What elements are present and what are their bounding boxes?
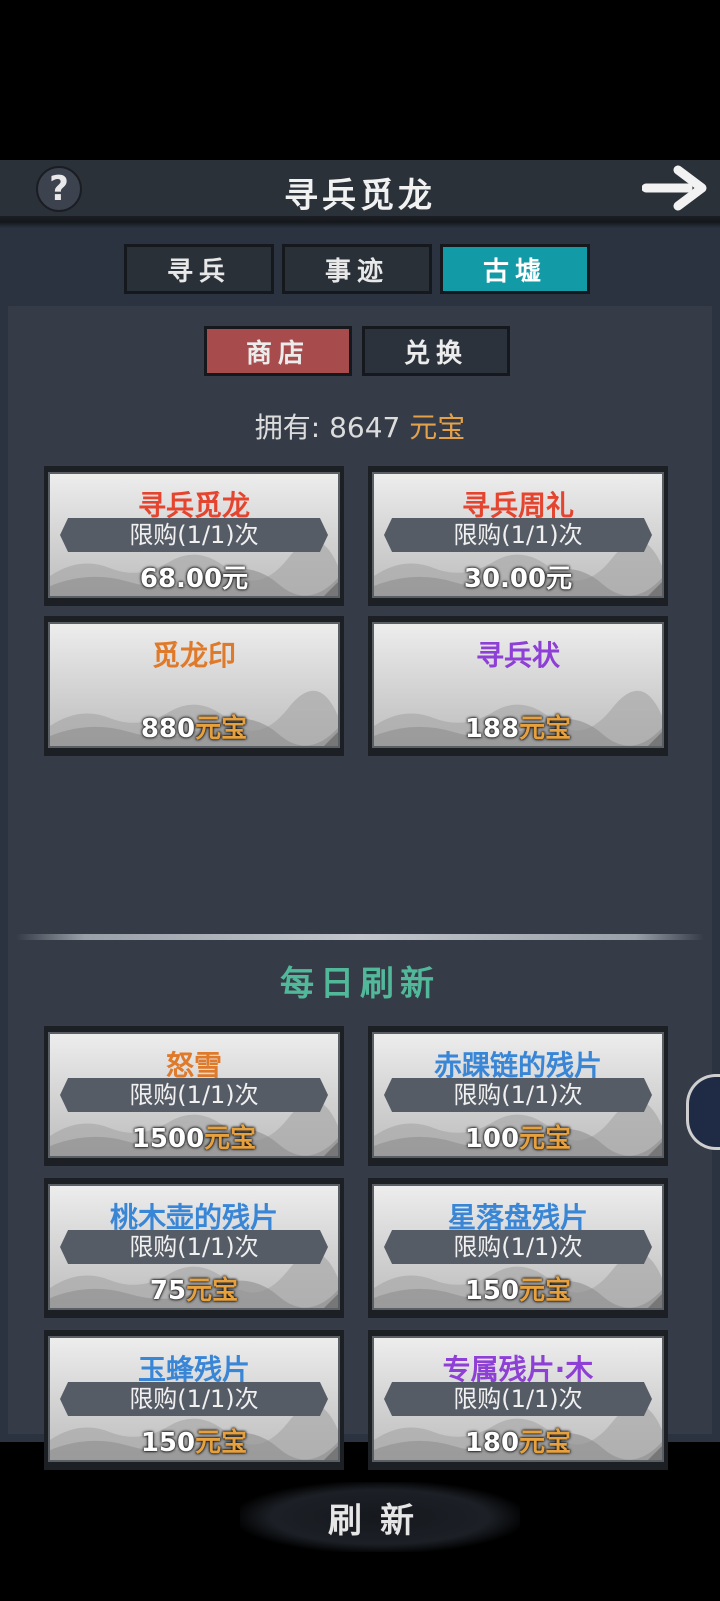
shop-item-inner: 星落盘残片 限购(1/1)次 150元宝 bbox=[372, 1184, 664, 1310]
page-title: 寻兵觅龙 bbox=[284, 176, 436, 216]
item-price-currency: 元宝 bbox=[195, 1428, 248, 1458]
tab-shiji[interactable]: 事迹 bbox=[282, 244, 432, 294]
item-price: 68.00元 bbox=[50, 558, 338, 595]
item-price-amount: 150 bbox=[464, 1276, 520, 1306]
card-corner-fold bbox=[648, 582, 662, 596]
shop-item-card[interactable]: 怒雪 限购(1/1)次 1500元宝 bbox=[44, 1026, 344, 1166]
item-purchase-limit: 限购(1/1)次 bbox=[129, 1233, 259, 1261]
item-price-currency: 元宝 bbox=[519, 1276, 572, 1306]
item-purchase-limit: 限购(1/1)次 bbox=[453, 521, 583, 549]
shop-item-card[interactable]: 觅龙印 880元宝 bbox=[44, 616, 344, 756]
item-price-amount: 1500 bbox=[131, 1124, 205, 1154]
card-corner-fold bbox=[324, 1446, 338, 1460]
item-price: 100元宝 bbox=[374, 1118, 662, 1155]
shop-item-inner: 专属残片·木 限购(1/1)次 180元宝 bbox=[372, 1336, 664, 1462]
item-price: 188元宝 bbox=[374, 708, 662, 745]
item-price-currency: 元宝 bbox=[195, 714, 248, 744]
item-price: 880元宝 bbox=[50, 708, 338, 745]
item-price-currency: 元宝 bbox=[204, 1124, 257, 1154]
item-price: 1500元宝 bbox=[50, 1118, 338, 1155]
item-price: 150元宝 bbox=[374, 1270, 662, 1307]
shop-item-inner: 觅龙印 880元宝 bbox=[48, 622, 340, 748]
shop-item-card[interactable]: 寻兵觅龙 限购(1/1)次 68.00元 bbox=[44, 466, 344, 606]
item-purchase-limit: 限购(1/1)次 bbox=[453, 1385, 583, 1413]
item-price: 30.00元 bbox=[374, 558, 662, 595]
owned-currency: 拥有: 8647 元宝 bbox=[8, 406, 712, 446]
shop-item-card[interactable]: 星落盘残片 限购(1/1)次 150元宝 bbox=[368, 1178, 668, 1318]
shop-item-card[interactable]: 玉蜂残片 限购(1/1)次 150元宝 bbox=[44, 1330, 344, 1470]
card-corner-fold bbox=[324, 1142, 338, 1156]
item-price-amount: 880 bbox=[140, 714, 196, 744]
shop-item-card[interactable]: 专属残片·木 限购(1/1)次 180元宝 bbox=[368, 1330, 668, 1470]
item-price: 75元宝 bbox=[50, 1270, 338, 1307]
item-price-amount: 100 bbox=[464, 1124, 520, 1154]
refresh-button[interactable]: 刷新 bbox=[240, 1482, 520, 1552]
owned-label: 拥有: bbox=[254, 411, 321, 444]
item-purchase-limit: 限购(1/1)次 bbox=[129, 1385, 259, 1413]
item-price-amount: 188 bbox=[464, 714, 520, 744]
tab-xunbing[interactable]: 寻兵 bbox=[124, 244, 274, 294]
item-price: 150元宝 bbox=[50, 1422, 338, 1459]
card-corner-fold bbox=[324, 732, 338, 746]
app-screen: ? 寻兵觅龙 寻兵 事迹 古墟 商店 兑换 拥有: 8647 元宝 寻兵觅龙限购… bbox=[0, 160, 720, 1552]
shop-item-card[interactable]: 赤踝链的残片 限购(1/1)次 100元宝 bbox=[368, 1026, 668, 1166]
card-corner-fold bbox=[648, 1294, 662, 1308]
tab-guxu[interactable]: 古墟 bbox=[440, 244, 590, 294]
item-purchase-limit: 限购(1/1)次 bbox=[453, 1233, 583, 1261]
item-price-currency: 元宝 bbox=[519, 1428, 572, 1458]
owned-currency-name: 元宝 bbox=[409, 411, 466, 444]
item-price-amount: 30.00元 bbox=[463, 564, 573, 594]
item-purchase-limit: 限购(1/1)次 bbox=[453, 1081, 583, 1109]
item-name: 寻兵状 bbox=[475, 639, 560, 672]
item-name: 觅龙印 bbox=[151, 639, 236, 672]
shop-item-card[interactable]: 寻兵周礼 限购(1/1)次 30.00元 bbox=[368, 466, 668, 606]
item-purchase-limit: 限购(1/1)次 bbox=[129, 521, 259, 549]
card-corner-fold bbox=[648, 732, 662, 746]
shop-item-inner: 寻兵状 188元宝 bbox=[372, 622, 664, 748]
shop-item-inner: 寻兵周礼 限购(1/1)次 30.00元 bbox=[372, 472, 664, 598]
item-price-currency: 元宝 bbox=[519, 1124, 572, 1154]
shop-item-inner: 赤踝链的残片 限购(1/1)次 100元宝 bbox=[372, 1032, 664, 1158]
shop-item-card[interactable]: 桃木壶的残片 限购(1/1)次 75元宝 bbox=[44, 1178, 344, 1318]
shop-item-inner: 桃木壶的残片 限购(1/1)次 75元宝 bbox=[48, 1184, 340, 1310]
item-price-amount: 68.00元 bbox=[139, 564, 249, 594]
subtab-exchange[interactable]: 兑换 bbox=[362, 326, 510, 376]
item-price-currency: 元宝 bbox=[186, 1276, 239, 1306]
card-corner-fold bbox=[324, 1294, 338, 1308]
item-price: 180元宝 bbox=[374, 1422, 662, 1459]
item-price-currency: 元宝 bbox=[519, 714, 572, 744]
item-price-amount: 150 bbox=[140, 1428, 196, 1458]
header-divider bbox=[0, 216, 720, 228]
shop-panel: 商店 兑换 拥有: 8647 元宝 寻兵觅龙 限购(1/1)次 68.00元 寻兵周礼… bbox=[8, 306, 712, 1552]
header-bar: ? 寻兵觅龙 bbox=[0, 160, 720, 222]
daily-refresh-title: 每日刷新 bbox=[280, 964, 440, 1004]
shop-item-card[interactable]: 寻兵状 188元宝 bbox=[368, 616, 668, 756]
subtab-shop[interactable]: 商店 bbox=[204, 326, 352, 376]
owned-amount: 8647 bbox=[329, 411, 401, 444]
card-corner-fold bbox=[324, 582, 338, 596]
item-price-amount: 180 bbox=[464, 1428, 520, 1458]
shop-item-inner: 怒雪 限购(1/1)次 1500元宝 bbox=[48, 1032, 340, 1158]
card-corner-fold bbox=[648, 1446, 662, 1460]
shop-item-inner: 寻兵觅龙 限购(1/1)次 68.00元 bbox=[48, 472, 340, 598]
arrow-right-icon[interactable] bbox=[642, 162, 708, 212]
shop-item-inner: 玉蜂残片 限购(1/1)次 150元宝 bbox=[48, 1336, 340, 1462]
item-purchase-limit: 限购(1/1)次 bbox=[129, 1081, 259, 1109]
section-divider bbox=[16, 934, 704, 940]
card-corner-fold bbox=[648, 1142, 662, 1156]
item-price-amount: 75 bbox=[149, 1276, 187, 1306]
